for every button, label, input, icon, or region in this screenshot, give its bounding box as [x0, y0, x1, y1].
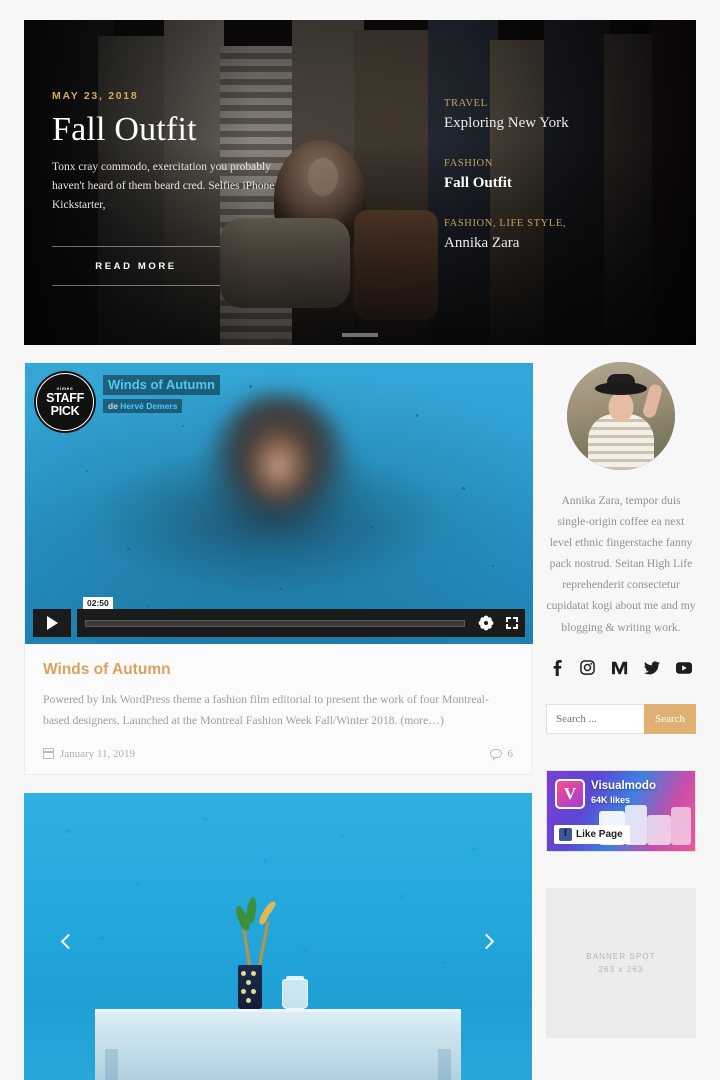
video-player[interactable]: vimeo STAFF PICK Winds of Autumn de Herv… [25, 363, 533, 644]
image-slider[interactable] [24, 792, 532, 1080]
post-body: Winds of Autumn Powered by Ink WordPress… [25, 644, 531, 732]
hero-excerpt: Tonx cray commodo, exercitation you prob… [52, 161, 275, 211]
medium-icon[interactable] [611, 661, 628, 675]
read-more-label: READ MORE [95, 260, 177, 272]
facebook-page-likes: 64K likes [591, 794, 631, 805]
post-title-link[interactable]: Winds of Autumn [43, 661, 513, 679]
video-control-bar: 02:50 [25, 597, 533, 638]
video-progress-rail[interactable] [85, 619, 465, 627]
sidebar: Annika Zara, tempor duis single-origin c… [546, 362, 696, 1080]
page-root: MAY 23, 2018 Fall Outfit Tonx cray commo… [0, 0, 720, 1080]
post-card-winds-of-autumn: vimeo STAFF PICK Winds of Autumn de Herv… [24, 362, 533, 775]
hero-slider-indicator[interactable] [342, 333, 378, 337]
hero-post-category: FASHION [444, 158, 493, 169]
banner-label: BANNER SPOT [586, 951, 656, 961]
facebook-icon[interactable] [550, 659, 564, 676]
hero-title: Fall Outfit [52, 111, 197, 148]
post-excerpt: Powered by Ink WordPress theme a fashion… [43, 693, 489, 727]
video-overlay-meta: Winds of Autumn de Hervé Demers [103, 375, 220, 414]
search-input[interactable] [546, 703, 644, 734]
search-button[interactable]: Search [644, 703, 696, 734]
hero-caption: MAY 23, 2018 Fall Outfit Tonx cray commo… [52, 90, 352, 287]
post-date: January 11, 2019 [60, 747, 136, 760]
visualmodo-logo: V [555, 778, 585, 809]
video-byline-prefix: de [108, 400, 121, 411]
video-byline-author[interactable]: Hervé Demers [120, 401, 177, 411]
banner-size: 263 x 263 [598, 964, 644, 974]
hero-post-item-annika[interactable]: FASHION, LIFE STYLE, Annika Zara [444, 218, 654, 252]
gear-icon[interactable] [480, 617, 492, 629]
content-area: vimeo STAFF PICK Winds of Autumn de Herv… [24, 362, 696, 1080]
read-more-button[interactable]: READ MORE [52, 246, 220, 287]
main-column: vimeo STAFF PICK Winds of Autumn de Herv… [24, 362, 533, 1080]
calendar-icon [42, 748, 55, 760]
slider-glass-jar [282, 975, 308, 1009]
facebook-f-icon: f [559, 827, 572, 841]
hero-slider[interactable]: MAY 23, 2018 Fall Outfit Tonx cray commo… [24, 20, 696, 345]
instagram-icon[interactable] [580, 660, 596, 675]
author-bio: Annika Zara, tempor duis single-origin c… [546, 494, 696, 634]
social-links [546, 659, 696, 676]
hero-post-title: Fall Outfit [444, 175, 512, 191]
vimeo-staff-pick-badge: vimeo STAFF PICK [34, 371, 96, 433]
search-form[interactable]: Search [546, 703, 696, 734]
hero-post-item-travel[interactable]: TRAVEL Exploring New York [444, 98, 654, 132]
slider-table-leg-left [105, 1048, 119, 1080]
hero-post-item-fashion[interactable]: FASHION Fall Outfit [444, 158, 654, 192]
post-meta: January 11, 2019 6 [25, 732, 531, 774]
post-date-group: January 11, 2019 [42, 747, 136, 760]
banner-spot[interactable]: BANNER SPOT 263 x 263 [546, 887, 696, 1038]
hero-post-category: TRAVEL [444, 98, 488, 109]
comment-icon [489, 749, 502, 762]
video-title[interactable]: Winds of Autumn [103, 375, 220, 395]
hero-post-list: TRAVEL Exploring New York FASHION Fall O… [444, 98, 654, 278]
vimeo-wordmark: vimeo [56, 385, 74, 391]
video-byline: de Hervé Demers [103, 398, 183, 413]
facebook-like-label: Like Page [576, 828, 623, 840]
chevron-left-icon[interactable] [56, 930, 82, 956]
post-comments-group[interactable]: 6 [489, 747, 514, 762]
slider-table-leg-right [437, 1048, 451, 1080]
fullscreen-icon[interactable] [506, 617, 518, 629]
facebook-page-widget[interactable]: V Visualmodo 64K likes f Like Page [546, 769, 696, 852]
youtube-icon[interactable] [676, 661, 692, 674]
hero-post-title: Exploring New York [444, 115, 569, 131]
hero-post-category: FASHION, LIFE STYLE, [444, 218, 567, 229]
play-icon[interactable] [33, 609, 71, 637]
hero-post-title: Annika Zara [444, 235, 520, 251]
video-progress-bar[interactable]: 02:50 [77, 597, 473, 637]
facebook-page-name: Visualmodo [591, 779, 656, 792]
post-comment-count: 6 [507, 747, 514, 760]
avatar [567, 362, 675, 470]
chevron-right-icon[interactable] [474, 930, 500, 956]
video-duration: 02:50 [83, 597, 113, 609]
slider-table [95, 1008, 461, 1080]
hero-date: MAY 23, 2018 [52, 90, 139, 102]
video-right-controls [473, 609, 525, 637]
twitter-icon[interactable] [643, 660, 660, 675]
facebook-like-button[interactable]: f Like Page [554, 824, 630, 844]
slider-vase [238, 964, 262, 1009]
staff-pick-line2: PICK [50, 404, 80, 418]
